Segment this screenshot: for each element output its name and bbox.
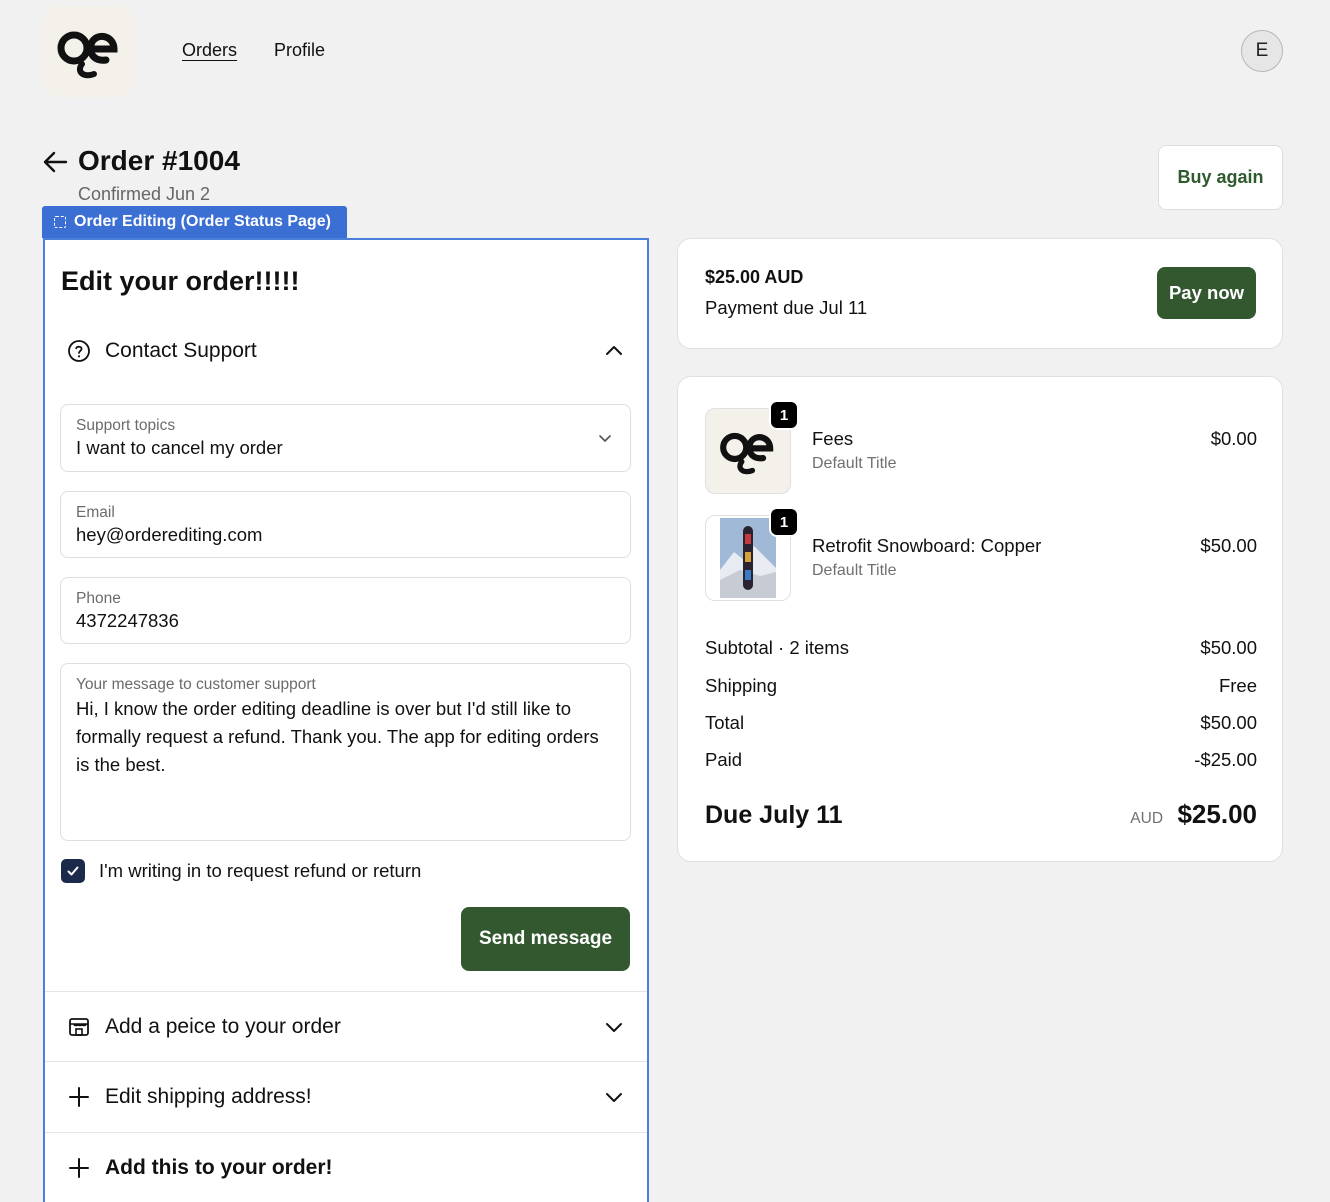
oe-logo-icon [720, 432, 774, 475]
line-item: 1 Retrofit Snowboard: Copper Default Tit… [705, 507, 1257, 605]
paid-row: Paid -$25.00 [705, 749, 1257, 771]
payment-due-card: $25.00 AUD Payment due Jul 11 Pay now [677, 238, 1283, 349]
subtotal-value: $50.00 [1200, 637, 1257, 658]
line-item: 1 Fees Default Title $0.00 [705, 400, 1257, 498]
message-value: Hi, I know the order editing deadline is… [76, 698, 599, 775]
support-topics-value: I want to cancel my order [76, 437, 283, 458]
edit-shipping-toggle[interactable]: Edit shipping address! [45, 1062, 647, 1132]
chevron-up-icon [606, 346, 622, 355]
refund-checkbox[interactable] [61, 859, 85, 883]
plus-icon [69, 1158, 89, 1178]
message-textarea[interactable]: Your message to customer support Hi, I k… [60, 663, 631, 841]
quantity-badge: 1 [769, 507, 799, 537]
line-item-name: Fees [812, 428, 854, 449]
phone-field[interactable]: Phone 4372247836 [60, 577, 631, 644]
phone-value: 4372247836 [76, 610, 179, 631]
amount-due-row: Due July 11 AUD $25.00 [705, 799, 1257, 830]
plus-icon [69, 1087, 89, 1107]
total-row: Total $50.00 [705, 712, 1257, 734]
paid-value: -$25.00 [1194, 749, 1257, 770]
app-block-icon [54, 216, 66, 228]
app-block-tag: Order Editing (Order Status Page) [42, 206, 347, 238]
payment-due-date: Payment due Jul 11 [705, 297, 868, 318]
store-logo[interactable] [43, 6, 134, 97]
order-confirmed-date: Confirmed Jun 2 [78, 184, 211, 204]
pay-now-button[interactable]: Pay now [1157, 267, 1256, 319]
message-label: Your message to customer support [76, 676, 316, 693]
shipping-label: Shipping [705, 675, 778, 696]
support-topics-label: Support topics [76, 417, 176, 434]
email-value: hey@orderediting.com [76, 524, 263, 545]
order-summary-card: 1 Fees Default Title $0.00 1 Retrofit Sn… [677, 376, 1283, 862]
edit-shipping-heading: Edit shipping address! [105, 1085, 312, 1108]
contact-support-heading: Contact Support [105, 339, 257, 362]
line-item-price: $50.00 [1200, 535, 1257, 556]
add-piece-toggle[interactable]: Add a peice to your order [45, 992, 647, 1062]
oe-logo-icon [57, 31, 118, 78]
chevron-down-icon [599, 435, 611, 442]
back-arrow-icon[interactable] [42, 150, 68, 174]
account-avatar-button[interactable]: E [1241, 30, 1283, 72]
shipping-value: Free [1218, 675, 1257, 696]
due-amount: $25.00 [1177, 799, 1257, 829]
nav-profile-link[interactable]: Profile [274, 40, 325, 61]
due-label: Due July 11 [705, 801, 843, 829]
due-currency: AUD [1130, 810, 1164, 827]
subtotal-label: Subtotal · 2 items [705, 637, 849, 658]
add-this-toggle[interactable]: Add this to your order! [45, 1133, 647, 1202]
phone-label: Phone [76, 590, 121, 607]
snowboard-image-icon [720, 518, 776, 598]
line-item-variant: Default Title [812, 455, 897, 472]
chevron-down-icon [606, 1093, 622, 1102]
support-topics-select[interactable]: Support topics I want to cancel my order [60, 404, 631, 472]
shipping-row: Shipping Free [705, 675, 1257, 697]
email-field[interactable]: Email hey@orderediting.com [60, 491, 631, 558]
panel-title: Edit your order!!!!! [61, 266, 300, 296]
order-title: Order #1004 [78, 145, 240, 176]
main-nav: Orders Profile [182, 40, 325, 61]
line-item-variant: Default Title [812, 562, 897, 579]
buy-again-button[interactable]: Buy again [1158, 145, 1283, 210]
quantity-badge: 1 [769, 400, 799, 430]
total-value: $50.00 [1200, 712, 1257, 733]
store-icon [69, 1018, 89, 1036]
email-label: Email [76, 504, 115, 521]
add-piece-heading: Add a peice to your order [105, 1015, 341, 1038]
total-label: Total [705, 712, 745, 733]
nav-orders-link[interactable]: Orders [182, 40, 237, 61]
add-this-heading: Add this to your order! [105, 1156, 333, 1179]
refund-checkbox-row[interactable]: I'm writing in to request refund or retu… [61, 859, 421, 883]
order-editing-panel: Edit your order!!!!! Contact Support Sup… [43, 238, 649, 1202]
line-item-price: $0.00 [1210, 428, 1257, 449]
app-block-tag-label: Order Editing (Order Status Page) [74, 213, 331, 230]
contact-support-toggle[interactable]: Contact Support [45, 316, 647, 386]
payment-amount: $25.00 AUD [705, 267, 804, 287]
help-circle-icon [68, 340, 90, 362]
subtotal-row: Subtotal · 2 items $50.00 [705, 637, 1257, 659]
refund-checkbox-label: I'm writing in to request refund or retu… [99, 860, 422, 881]
checkmark-icon [67, 866, 79, 876]
line-item-name: Retrofit Snowboard: Copper [812, 535, 1042, 556]
paid-label: Paid [705, 749, 743, 770]
send-message-button[interactable]: Send message [461, 907, 630, 971]
chevron-down-icon [606, 1023, 622, 1032]
